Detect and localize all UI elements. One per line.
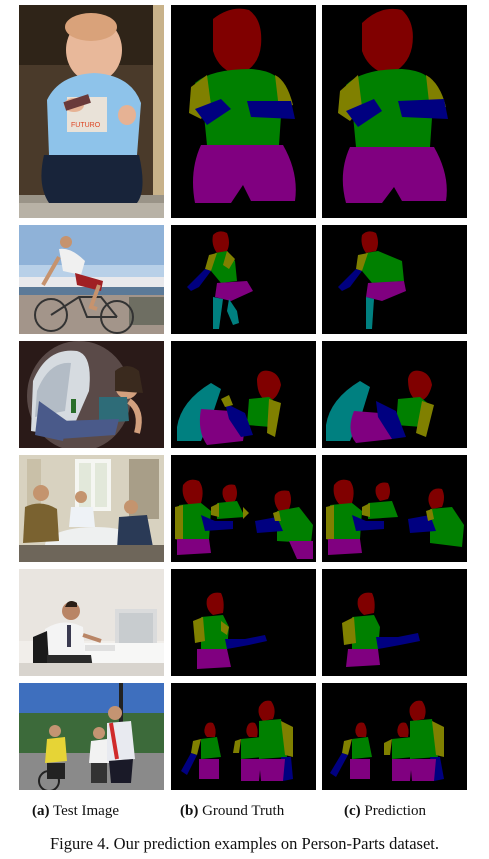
column-label-prediction: (c) Prediction — [344, 803, 427, 819]
ground-truth-mask-3 — [171, 341, 316, 448]
prediction-mask-3 — [322, 341, 467, 448]
ground-truth-mask-5 — [171, 569, 316, 676]
column-label-ground-truth: (b) Ground Truth — [180, 803, 285, 819]
ground-truth-mask-4 — [171, 455, 316, 562]
prediction-mask-4 — [322, 455, 467, 562]
svg-text:FUTURO: FUTURO — [71, 122, 101, 129]
test-image-5 — [19, 569, 164, 676]
prediction-mask-6 — [322, 683, 467, 790]
test-image-1: FUTURO — [19, 5, 164, 218]
ground-truth-mask-6 — [171, 683, 316, 790]
test-image-6 — [19, 683, 164, 790]
ground-truth-mask-2 — [171, 225, 316, 334]
test-image-2 — [19, 225, 164, 334]
test-image-3 — [19, 341, 164, 448]
figure-caption: Figure 4. Our prediction examples on Per… — [49, 834, 440, 853]
ground-truth-mask-1 — [171, 5, 316, 218]
prediction-mask-2 — [322, 225, 467, 334]
prediction-mask-1 — [322, 5, 467, 218]
prediction-mask-5 — [322, 569, 467, 676]
column-label-test-image: (a) Test Image — [32, 803, 119, 819]
test-image-4 — [19, 455, 164, 562]
